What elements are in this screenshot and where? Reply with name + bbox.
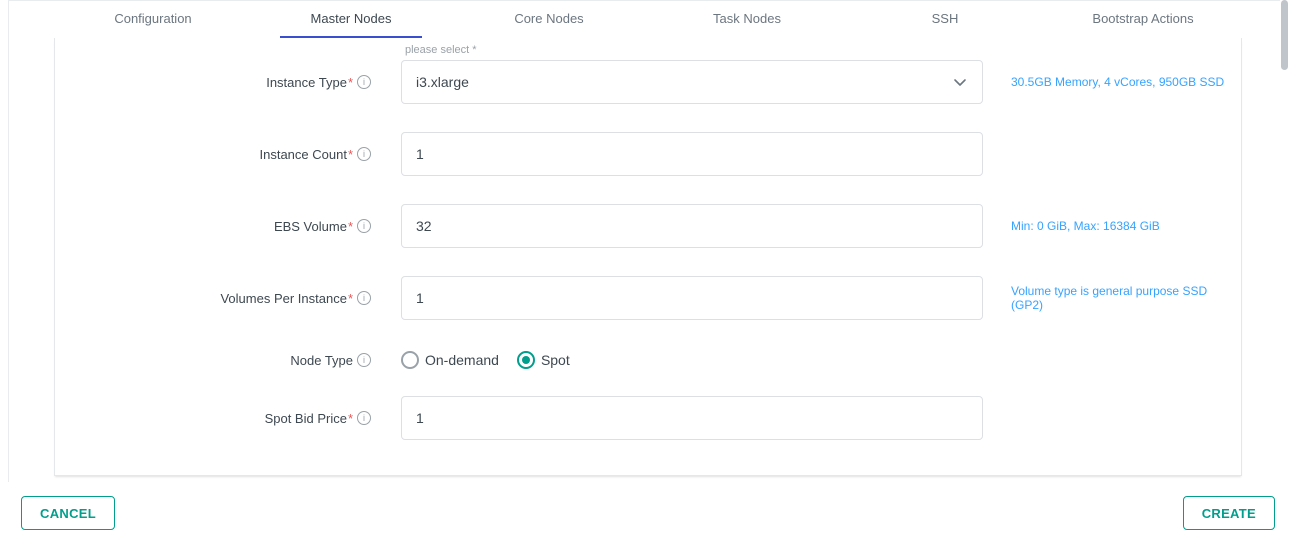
footer-bar: CANCEL CREATE (8, 482, 1288, 544)
required-marker: * (348, 219, 353, 234)
cancel-button[interactable]: CANCEL (21, 496, 115, 530)
row-instance-type: Instance Type* i please select * i3.xlar… (55, 46, 1241, 118)
tab-bar: Configuration Master Nodes Core Nodes Ta… (54, 0, 1242, 38)
tab-task-nodes[interactable]: Task Nodes (648, 0, 846, 38)
radio-on-demand[interactable]: On-demand (401, 351, 499, 369)
info-icon[interactable]: i (357, 291, 371, 305)
volumes-per-instance-hint: Volume type is general purpose SSD (GP2) (983, 284, 1241, 312)
required-marker: * (348, 75, 353, 90)
label-spot-bid-price: Spot Bid Price (265, 411, 347, 426)
instance-type-value: i3.xlarge (416, 74, 469, 90)
create-button[interactable]: CREATE (1183, 496, 1275, 530)
required-marker: * (348, 147, 353, 162)
instance-type-floating-label: please select * (405, 44, 477, 56)
ebs-volume-input[interactable] (401, 204, 983, 248)
row-ebs-volume: EBS Volume* i Min: 0 GiB, Max: 16384 GiB (55, 190, 1241, 262)
tab-core-nodes[interactable]: Core Nodes (450, 0, 648, 38)
row-instance-count: Instance Count* i (55, 118, 1241, 190)
row-node-type: Node Type i On-demand Spot (55, 334, 1241, 386)
tab-master-nodes[interactable]: Master Nodes (252, 0, 450, 38)
label-volumes-per-instance: Volumes Per Instance (220, 291, 346, 306)
label-ebs-volume: EBS Volume (274, 219, 347, 234)
label-instance-type: Instance Type (266, 75, 347, 90)
radio-on-demand-label: On-demand (425, 352, 499, 368)
radio-icon (517, 351, 535, 369)
tab-configuration[interactable]: Configuration (54, 0, 252, 38)
required-marker: * (348, 411, 353, 426)
ebs-volume-hint: Min: 0 GiB, Max: 16384 GiB (983, 219, 1241, 233)
tab-bootstrap-actions[interactable]: Bootstrap Actions (1044, 0, 1242, 38)
volumes-per-instance-input[interactable] (401, 276, 983, 320)
label-node-type: Node Type (290, 353, 353, 368)
instance-count-input[interactable] (401, 132, 983, 176)
instance-type-select[interactable]: i3.xlarge (401, 60, 983, 104)
chevron-down-icon (952, 74, 968, 90)
info-icon[interactable]: i (357, 147, 371, 161)
radio-icon (401, 351, 419, 369)
vertical-scrollbar-track[interactable] (1280, 0, 1289, 544)
radio-spot-label: Spot (541, 352, 570, 368)
label-instance-count: Instance Count (259, 147, 346, 162)
row-volumes-per-instance: Volumes Per Instance* i Volume type is g… (55, 262, 1241, 334)
tab-ssh[interactable]: SSH (846, 0, 1044, 38)
info-icon[interactable]: i (357, 219, 371, 233)
required-marker: * (348, 291, 353, 306)
node-type-radio-group: On-demand Spot (401, 338, 983, 382)
vertical-scrollbar-thumb[interactable] (1281, 0, 1288, 70)
info-icon[interactable]: i (357, 411, 371, 425)
row-spot-bid-price: Spot Bid Price* i (55, 386, 1241, 450)
radio-spot[interactable]: Spot (517, 351, 570, 369)
instance-type-hint: 30.5GB Memory, 4 vCores, 950GB SSD (983, 75, 1241, 89)
info-icon[interactable]: i (357, 75, 371, 89)
master-nodes-panel: Instance Type* i please select * i3.xlar… (54, 38, 1242, 476)
info-icon[interactable]: i (357, 353, 371, 367)
spot-bid-price-input[interactable] (401, 396, 983, 440)
